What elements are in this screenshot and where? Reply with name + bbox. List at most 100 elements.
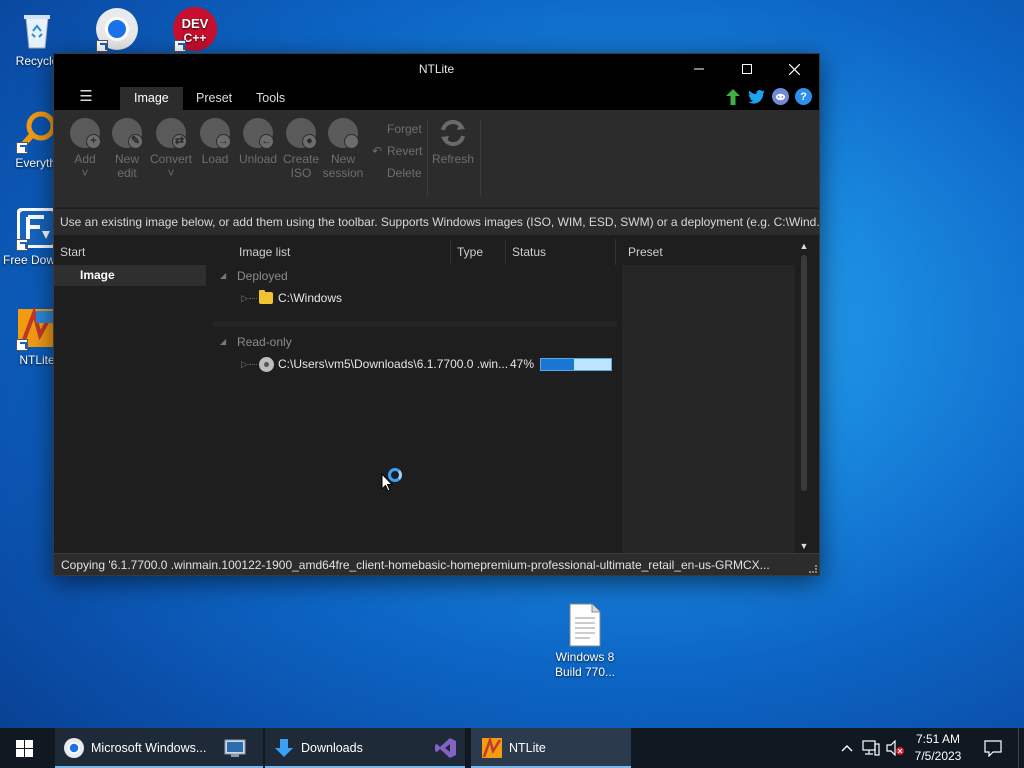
revert-icon: ↶ <box>372 144 383 158</box>
column-header-image-list[interactable]: Image list <box>239 239 290 265</box>
group-header[interactable]: ◢ Read-only <box>213 331 617 353</box>
desktop-icon-chrome[interactable] <box>80 6 154 54</box>
shortcut-arrow-icon <box>96 40 108 52</box>
disc-icon <box>259 357 274 372</box>
new-edit-button[interactable]: ✎ New edit <box>108 118 146 180</box>
recycle-bin-icon <box>14 6 60 52</box>
expand-arrow-icon[interactable]: ▷ <box>241 353 248 375</box>
taskbar-item-label: NTLite <box>509 741 546 755</box>
create-iso-label: Create <box>282 152 320 166</box>
session-icon <box>344 134 359 149</box>
tab-tools[interactable]: Tools <box>242 87 299 110</box>
show-hidden-icons-button[interactable] <box>838 728 856 768</box>
edit-icon: ✎ <box>128 134 143 149</box>
convert-label: Convert <box>149 152 193 166</box>
taskbar-item-label: Microsoft Windows... <box>91 741 207 755</box>
close-button[interactable] <box>771 54 817 84</box>
taskbar-item-control-panel[interactable] <box>220 728 250 768</box>
list-item[interactable]: ▷ C:\Users\vm5\Downloads\6.1.7700.0 .win… <box>213 353 617 375</box>
clock-date: 7/5/2023 <box>914 749 962 763</box>
delete-button[interactable]: Delete <box>387 166 422 180</box>
maximize-button[interactable] <box>724 54 770 84</box>
ribbon-toolbar: + Add ˅ ✎ New edit ⇄ Convert ˅ → Load ← … <box>54 110 819 208</box>
column-divider <box>505 239 506 265</box>
vertical-scrollbar[interactable]: ▲ ▼ <box>797 239 811 553</box>
update-arrow-icon[interactable] <box>724 88 741 105</box>
arrow-left-icon: ← <box>259 134 274 149</box>
expand-arrow-icon[interactable]: ▷ <box>241 287 248 309</box>
refresh-label: Refresh <box>432 152 475 166</box>
column-header-status[interactable]: Status <box>512 239 546 265</box>
tree-line <box>249 298 257 299</box>
revert-button[interactable]: ↶ Revert <box>372 144 423 158</box>
new-session-button[interactable]: New session <box>322 118 364 180</box>
resize-grip-icon[interactable] <box>809 565 817 573</box>
start-pane: Start Image <box>54 239 211 553</box>
image-name: C:\Users\vm5\Downloads\6.1.7700.0 .win..… <box>278 357 509 371</box>
close-icon <box>788 63 800 75</box>
preset-header: Preset <box>622 239 795 265</box>
system-clock[interactable]: 7:51 AM 7/5/2023 <box>905 731 971 765</box>
load-button[interactable]: → Load <box>197 118 233 166</box>
title-bar[interactable]: NTLite <box>54 54 819 84</box>
chevron-up-icon <box>841 745 853 752</box>
collapse-arrow-icon: ◢ <box>220 337 227 346</box>
hamburger-icon: ☰ <box>79 88 93 105</box>
taskbar-item-ntlite[interactable]: NTLite <box>471 728 631 768</box>
new-session-label-2: session <box>322 166 364 180</box>
network-icon <box>862 740 880 756</box>
text-file-icon <box>562 602 608 648</box>
group-label: Deployed <box>237 269 288 283</box>
start-button[interactable] <box>0 728 48 768</box>
desktop-icon-devcpp[interactable]: DEV C++ <box>158 6 232 54</box>
add-button[interactable]: + Add ˅ <box>66 118 104 180</box>
volume-button[interactable] <box>884 728 906 768</box>
status-text: Copying '6.1.7700.0 .winmain.100122-1900… <box>61 558 770 572</box>
create-iso-button[interactable]: ● Create ISO <box>282 118 320 180</box>
desktop-icon-label: Windows 8 Build 770... <box>554 650 616 679</box>
column-divider <box>450 239 451 265</box>
tab-image[interactable]: Image <box>120 87 183 110</box>
ribbon-tabs: ☰ Image Preset Tools ? <box>54 84 819 110</box>
scroll-thumb[interactable] <box>801 255 807 491</box>
revert-label: Revert <box>387 144 423 158</box>
ribbon-separator <box>427 120 428 196</box>
preset-pane: Preset <box>622 239 795 553</box>
load-label: Load <box>201 152 229 166</box>
refresh-button[interactable]: Refresh <box>432 118 474 166</box>
show-desktop-button[interactable] <box>1018 728 1024 768</box>
scroll-down-icon[interactable]: ▼ <box>797 539 811 553</box>
discord-icon[interactable] <box>772 88 789 105</box>
unload-button[interactable]: ← Unload <box>236 118 280 166</box>
start-item-image[interactable]: Image <box>54 265 206 286</box>
network-button[interactable] <box>860 728 882 768</box>
taskbar-item-visual-studio[interactable] <box>428 728 464 768</box>
visual-studio-icon <box>435 738 456 758</box>
taskbar-item-label: Downloads <box>301 741 363 755</box>
download-arrow-icon <box>275 739 293 757</box>
unload-label: Unload <box>238 152 278 166</box>
help-icon[interactable]: ? <box>795 88 812 105</box>
action-center-button[interactable] <box>978 728 1008 768</box>
group-deployed: ◢ Deployed ▷ C:\Windows <box>213 265 617 309</box>
twitter-icon[interactable] <box>748 88 765 105</box>
forget-button[interactable]: Forget <box>387 122 422 136</box>
group-header[interactable]: ◢ Deployed <box>213 265 617 287</box>
mouse-cursor-icon <box>381 473 393 492</box>
chrome-icon <box>94 6 140 52</box>
chrome-icon <box>64 738 84 758</box>
minimize-button[interactable] <box>676 54 722 84</box>
hamburger-menu-button[interactable]: ☰ <box>74 87 98 107</box>
column-header-type[interactable]: Type <box>457 239 483 265</box>
scroll-up-icon[interactable]: ▲ <box>797 239 811 253</box>
tab-preset[interactable]: Preset <box>182 87 246 110</box>
devcpp-icon: DEV C++ <box>172 6 218 52</box>
taskbar: Microsoft Windows... Downloads NTLite 7:… <box>0 728 1024 768</box>
shortcut-arrow-icon <box>174 40 186 52</box>
list-item[interactable]: ▷ C:\Windows <box>213 287 617 309</box>
progress-percent: 47% <box>510 357 535 371</box>
create-iso-label-2: ISO <box>290 166 312 180</box>
desktop-icon-text-file[interactable]: Windows 8 Build 770... <box>548 602 622 680</box>
convert-button[interactable]: ⇄ Convert ˅ <box>148 118 194 180</box>
folder-icon <box>259 290 273 304</box>
